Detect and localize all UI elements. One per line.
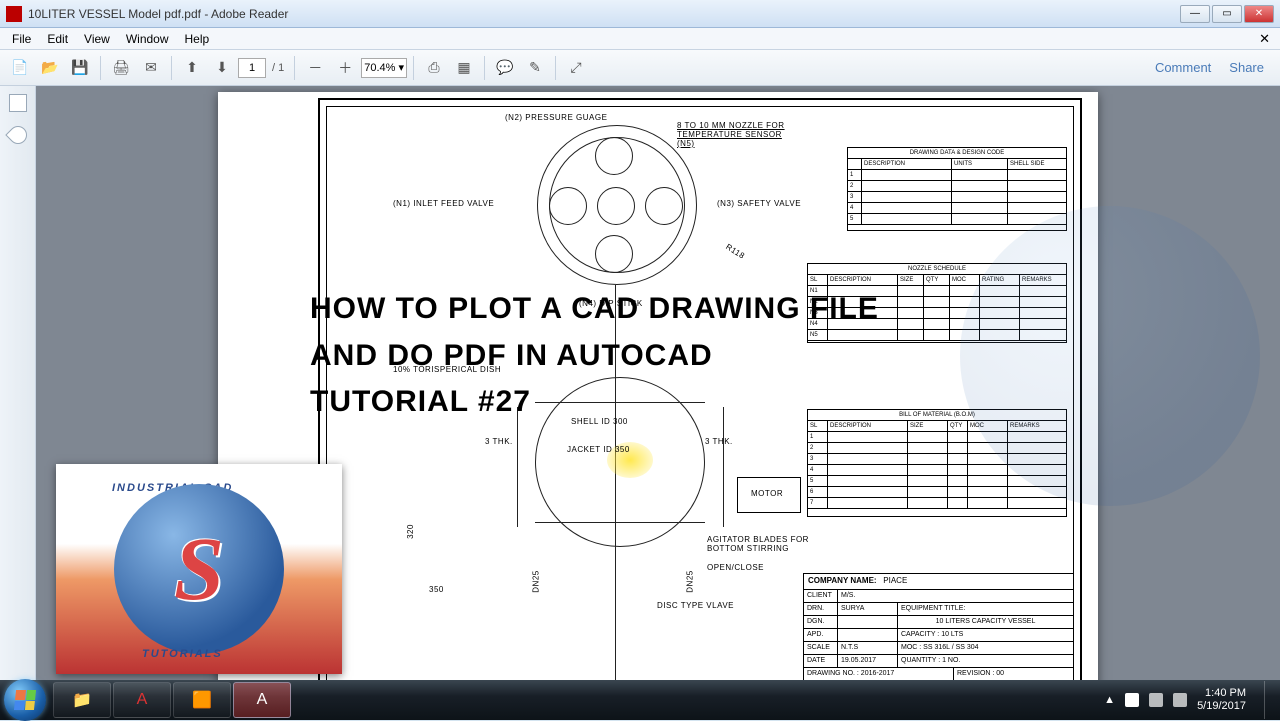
export-pdf-icon[interactable]: 📄	[6, 54, 34, 82]
label-radius: R118	[724, 242, 746, 261]
task-autocad[interactable]: A	[113, 682, 171, 718]
zoom-out-icon[interactable]: －	[301, 54, 329, 82]
system-tray: ▲ 1:40 PM 5/19/2017	[1104, 681, 1280, 719]
share-link[interactable]: Share	[1229, 60, 1264, 75]
page-thumbnails-icon[interactable]	[9, 94, 27, 112]
tray-action-center-icon[interactable]	[1125, 693, 1139, 707]
start-button[interactable]	[4, 679, 46, 721]
task-explorer[interactable]: 📁	[53, 682, 111, 718]
label-n2: (N2) PRESSURE GUAGE	[505, 113, 607, 122]
show-desktop-button[interactable]	[1264, 681, 1274, 719]
task-app[interactable]: 🟧	[173, 682, 231, 718]
label-nozzle-note: 8 TO 10 MM NOZZLE FOR TEMPERATURE SENSOR…	[677, 121, 797, 148]
task-adobe-reader[interactable]: A	[233, 682, 291, 718]
label-dn25b: DN25	[686, 570, 695, 592]
menu-edit[interactable]: Edit	[39, 30, 76, 48]
gear-icon: S	[114, 484, 284, 654]
save-icon[interactable]: 💾	[66, 54, 94, 82]
window-title: 10LITER VESSEL Model pdf.pdf - Adobe Rea…	[28, 7, 1180, 21]
menu-help[interactable]: Help	[177, 30, 218, 48]
tray-volume-icon[interactable]	[1173, 693, 1187, 707]
comment-bubble-icon[interactable]: 💬	[491, 54, 519, 82]
attachments-icon[interactable]	[5, 122, 30, 147]
tray-chevron-icon[interactable]: ▲	[1104, 694, 1115, 706]
menu-view[interactable]: View	[76, 30, 118, 48]
menu-window[interactable]: Window	[118, 30, 177, 48]
label-n1: (N1) INLET FEED VALVE	[393, 199, 494, 208]
label-disc: DISC TYPE VLAVE	[657, 601, 734, 610]
logo-bottom-text: TUTORIALS	[142, 648, 223, 660]
page-up-icon[interactable]: ⬆	[178, 54, 206, 82]
taskbar: 📁 A 🟧 A ▲ 1:40 PM 5/19/2017	[0, 680, 1280, 720]
label-thk2: 3 THK.	[705, 437, 733, 446]
highlight-icon[interactable]: ✎	[521, 54, 549, 82]
page-number-input[interactable]	[238, 58, 266, 78]
tool-save-icon[interactable]: ⎙	[420, 54, 448, 82]
window-titlebar: 10LITER VESSEL Model pdf.pdf - Adobe Rea…	[0, 0, 1280, 28]
print-icon[interactable]: 🖨	[107, 54, 135, 82]
zoom-in-icon[interactable]: ＋	[331, 54, 359, 82]
zoom-select[interactable]: 70.4% ▾	[361, 58, 407, 78]
open-icon[interactable]: 📂	[36, 54, 64, 82]
label-thk1: 3 THK.	[485, 437, 513, 446]
tool-page-display-icon[interactable]: ▦	[450, 54, 478, 82]
maximize-button[interactable]: ▭	[1212, 5, 1242, 23]
comment-link[interactable]: Comment	[1155, 60, 1211, 75]
tray-network-icon[interactable]	[1149, 693, 1163, 707]
navigation-pane	[0, 86, 36, 680]
minimize-button[interactable]: —	[1180, 5, 1210, 23]
logo-letter: S	[174, 518, 224, 621]
close-button[interactable]: ✕	[1244, 5, 1274, 23]
windows-flag-icon	[14, 690, 36, 710]
channel-logo-panel: INDUSTRIAL CAD S TUTORIALS	[56, 464, 342, 674]
label-dim320: 320	[406, 524, 415, 539]
label-motor: MOTOR	[751, 489, 783, 498]
label-dim350: 350	[429, 585, 444, 594]
adobe-reader-icon	[6, 6, 22, 22]
label-jacket: JACKET ID 350	[567, 445, 630, 454]
watermark-gear-icon	[960, 206, 1260, 506]
label-openclose: OPEN/CLOSE	[707, 563, 764, 572]
taskbar-clock[interactable]: 1:40 PM 5/19/2017	[1197, 687, 1246, 713]
label-dn25a: DN25	[532, 570, 541, 592]
toolbar: 📄 📂 💾 🖨 ✉ ⬆ ⬇ / 1 － ＋ 70.4% ▾ ⎙ ▦ 💬 ✎ ⤢ …	[0, 50, 1280, 86]
email-icon[interactable]: ✉	[137, 54, 165, 82]
title-block: COMPANY NAME: PIACE CLIENTM/S. DRN.SURYA…	[803, 573, 1073, 680]
design-data-table: DRAWING DATA & DESIGN CODE DESCRIPTIONUN…	[847, 147, 1067, 231]
page-total-label: / 1	[268, 62, 288, 74]
page-down-icon[interactable]: ⬇	[208, 54, 236, 82]
tutorial-title-overlay: HOW TO PLOT A CAD DRAWING FILE AND DO PD…	[310, 286, 879, 426]
read-mode-icon[interactable]: ⤢	[562, 54, 590, 82]
menu-file[interactable]: File	[4, 30, 39, 48]
menubar: File Edit View Window Help ✕	[0, 28, 1280, 50]
document-close-icon[interactable]: ✕	[1253, 31, 1276, 47]
label-n3: (N3) SAFETY VALVE	[717, 199, 801, 208]
label-agitator: AGITATOR BLADES FOR BOTTOM STIRRING	[707, 535, 817, 553]
